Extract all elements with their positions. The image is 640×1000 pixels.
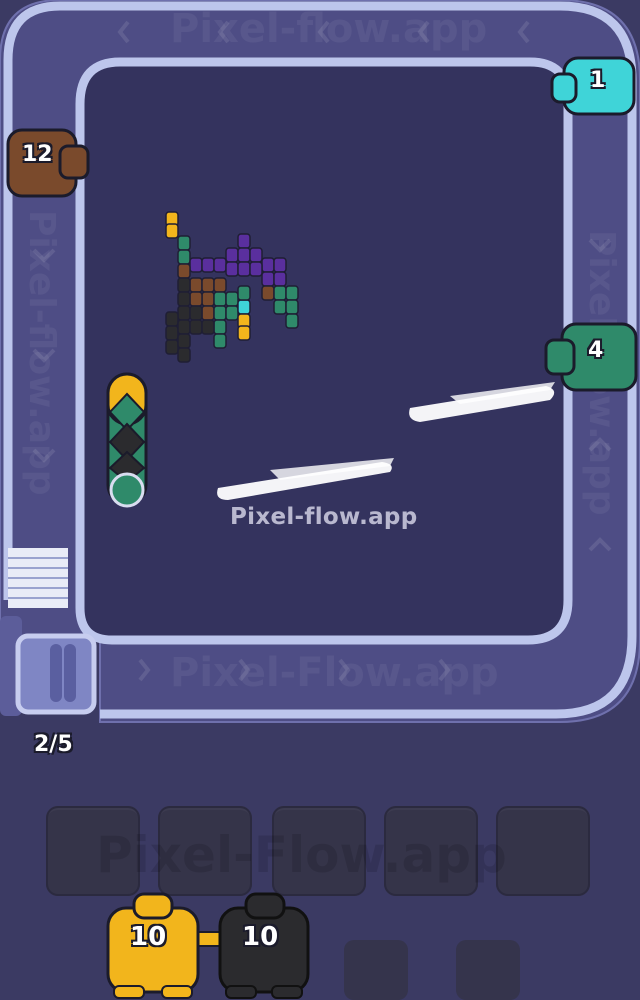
queue-slot-empty-1 bbox=[344, 940, 408, 1000]
shooter-teal[interactable]: 4 bbox=[540, 320, 638, 392]
moving-shooter-piece bbox=[106, 372, 148, 508]
watermark-slots: Pixel-Flow.app bbox=[96, 826, 507, 884]
queue-shooter-black[interactable]: 10 bbox=[220, 892, 310, 1000]
queue-shooter-yellow-count: 10 bbox=[130, 922, 167, 952]
shooter-teal-count: 4 bbox=[588, 338, 604, 363]
pixel-board bbox=[165, 211, 299, 363]
queue-slot-empty-2 bbox=[456, 940, 520, 1000]
watermark-bottom-belt: Pixel-Flow.app bbox=[170, 650, 499, 696]
motion-streaks bbox=[217, 382, 555, 500]
shooter-brown[interactable]: 12 bbox=[6, 126, 90, 198]
queue-shooter-yellow[interactable]: 10 bbox=[108, 892, 200, 1000]
game-scene: Pixel-flow.app Pixel-Flow.app Pixel-flow… bbox=[0, 0, 640, 1000]
watermark-left: Pixel-flow.app bbox=[21, 210, 62, 496]
watermark-top: Pixel-flow.app bbox=[170, 6, 488, 52]
shooter-cyan-count: 1 bbox=[590, 68, 606, 93]
shooter-cyan[interactable]: 1 bbox=[548, 52, 636, 118]
holding-slot-5[interactable] bbox=[496, 806, 590, 896]
queue-shooter-black-count: 10 bbox=[242, 922, 279, 952]
belt-capacity-counter: 2/5 bbox=[34, 732, 73, 757]
shooter-brown-count: 12 bbox=[22, 142, 53, 167]
